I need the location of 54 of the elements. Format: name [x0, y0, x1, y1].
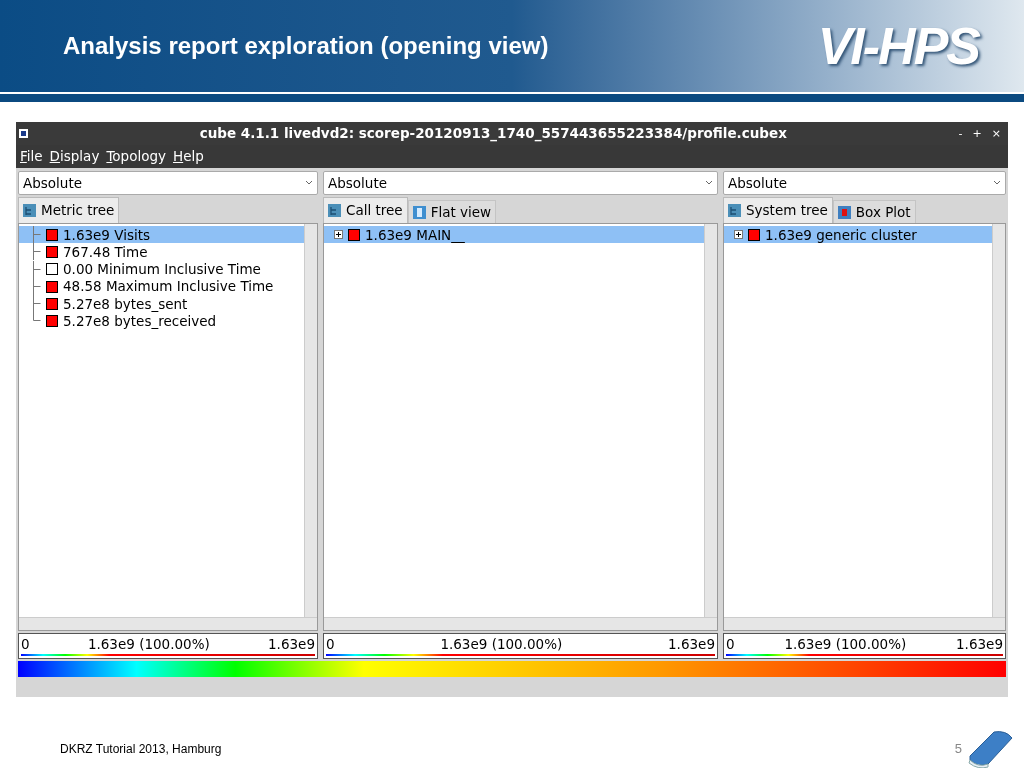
max-value: 1.63e9 — [956, 635, 1003, 654]
tab[interactable]: Box Plot — [832, 200, 916, 223]
min-value: 0 — [726, 635, 735, 654]
tab[interactable]: Call tree — [323, 197, 408, 223]
tree-item[interactable]: 5.27e8 bytes_received — [19, 312, 304, 330]
window-control-button[interactable]: × — [991, 128, 1001, 139]
tree-item[interactable]: 0.00 Minimum Inclusive Time — [19, 260, 304, 278]
window-control-button[interactable]: - — [958, 128, 963, 139]
tab[interactable]: Flat view — [407, 200, 497, 223]
tree-item[interactable]: 1.63e9 MAIN__ — [324, 226, 704, 244]
tab-icon — [837, 205, 851, 219]
mode-dropdown[interactable]: Absolute — [723, 171, 1006, 195]
current-value: 1.63e9 (100.00%) — [87, 635, 210, 654]
tab-icon — [328, 204, 341, 217]
mode-dropdown[interactable]: Absolute — [323, 171, 718, 195]
chevron-down-icon — [705, 180, 713, 186]
min-value: 0 — [21, 635, 30, 654]
tree-item[interactable]: 5.27e8 bytes_sent — [19, 295, 304, 313]
menu-item[interactable]: Help — [173, 146, 204, 167]
tree-item[interactable]: 48.58 Maximum Inclusive Time — [19, 277, 304, 296]
tree-item[interactable]: 767.48 Time — [19, 243, 304, 261]
chevron-down-icon — [305, 180, 313, 186]
vertical-scrollbar[interactable] — [992, 224, 1005, 617]
menu-item[interactable]: Topology — [106, 146, 166, 167]
window-title: cube 4.1.1 livedvd2: scorep-20120913_1740_557443655223384/profile.cubex — [198, 124, 788, 144]
window-control-button[interactable]: + — [972, 128, 982, 139]
slide-footer: DKRZ Tutorial 2013, Hamburg — [60, 740, 955, 758]
tab[interactable]: System tree — [723, 197, 833, 223]
page-number: 5 — [954, 740, 962, 759]
tab-icon — [23, 204, 36, 217]
tree-item[interactable]: 1.63e9 generic cluster — [724, 226, 992, 244]
horizontal-scrollbar[interactable] — [724, 617, 1005, 630]
logo: VI-HPS — [817, 16, 979, 77]
slide-title: Analysis report exploration (opening view) — [63, 31, 549, 61]
menu-item[interactable]: Display — [49, 146, 100, 167]
max-value: 1.63e9 — [268, 635, 315, 654]
expand-icon[interactable] — [334, 230, 343, 240]
tab-icon — [728, 204, 741, 217]
vertical-scrollbar[interactable] — [704, 224, 717, 617]
tab[interactable]: Metric tree — [18, 197, 120, 223]
horizontal-scrollbar[interactable] — [324, 617, 717, 630]
expand-icon[interactable] — [734, 230, 743, 240]
app-icon — [19, 129, 28, 138]
max-value: 1.63e9 — [668, 635, 715, 654]
mode-dropdown[interactable]: Absolute — [18, 171, 318, 195]
tab-icon — [412, 205, 426, 219]
vertical-scrollbar[interactable] — [304, 224, 317, 617]
tree-item[interactable]: 1.63e9 Visits — [19, 226, 304, 244]
menu-item[interactable]: File — [20, 146, 43, 167]
min-value: 0 — [326, 635, 335, 654]
chevron-down-icon — [993, 180, 1001, 186]
current-value: 1.63e9 (100.00%) — [440, 635, 563, 654]
horizontal-scrollbar[interactable] — [19, 617, 317, 630]
current-value: 1.63e9 (100.00%) — [784, 635, 907, 654]
